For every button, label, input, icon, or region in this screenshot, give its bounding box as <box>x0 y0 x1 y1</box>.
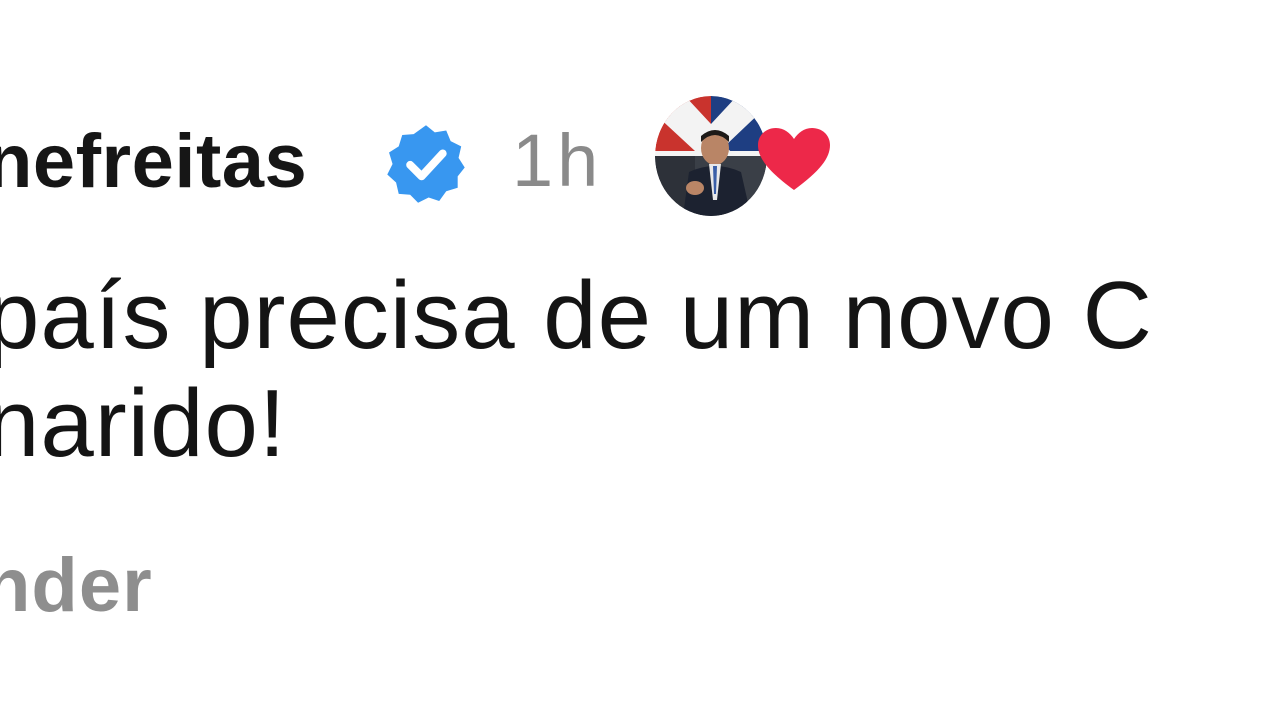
username[interactable]: nefreitas <box>0 124 307 200</box>
comment-screenshot: nefreitas 1h país precisa de um novo C n… <box>0 0 1280 720</box>
comment-text: país precisa de um novo C narido! <box>0 262 1280 479</box>
verified-badge-icon <box>387 125 465 203</box>
reply-button[interactable]: nder <box>0 548 153 624</box>
author-liked-heart-icon <box>758 128 830 190</box>
author-avatar <box>655 96 767 216</box>
comment-timestamp: 1h <box>512 119 603 202</box>
comment-text-line: narido! <box>0 370 287 478</box>
comment-text-line: país precisa de um novo C <box>0 262 1153 369</box>
